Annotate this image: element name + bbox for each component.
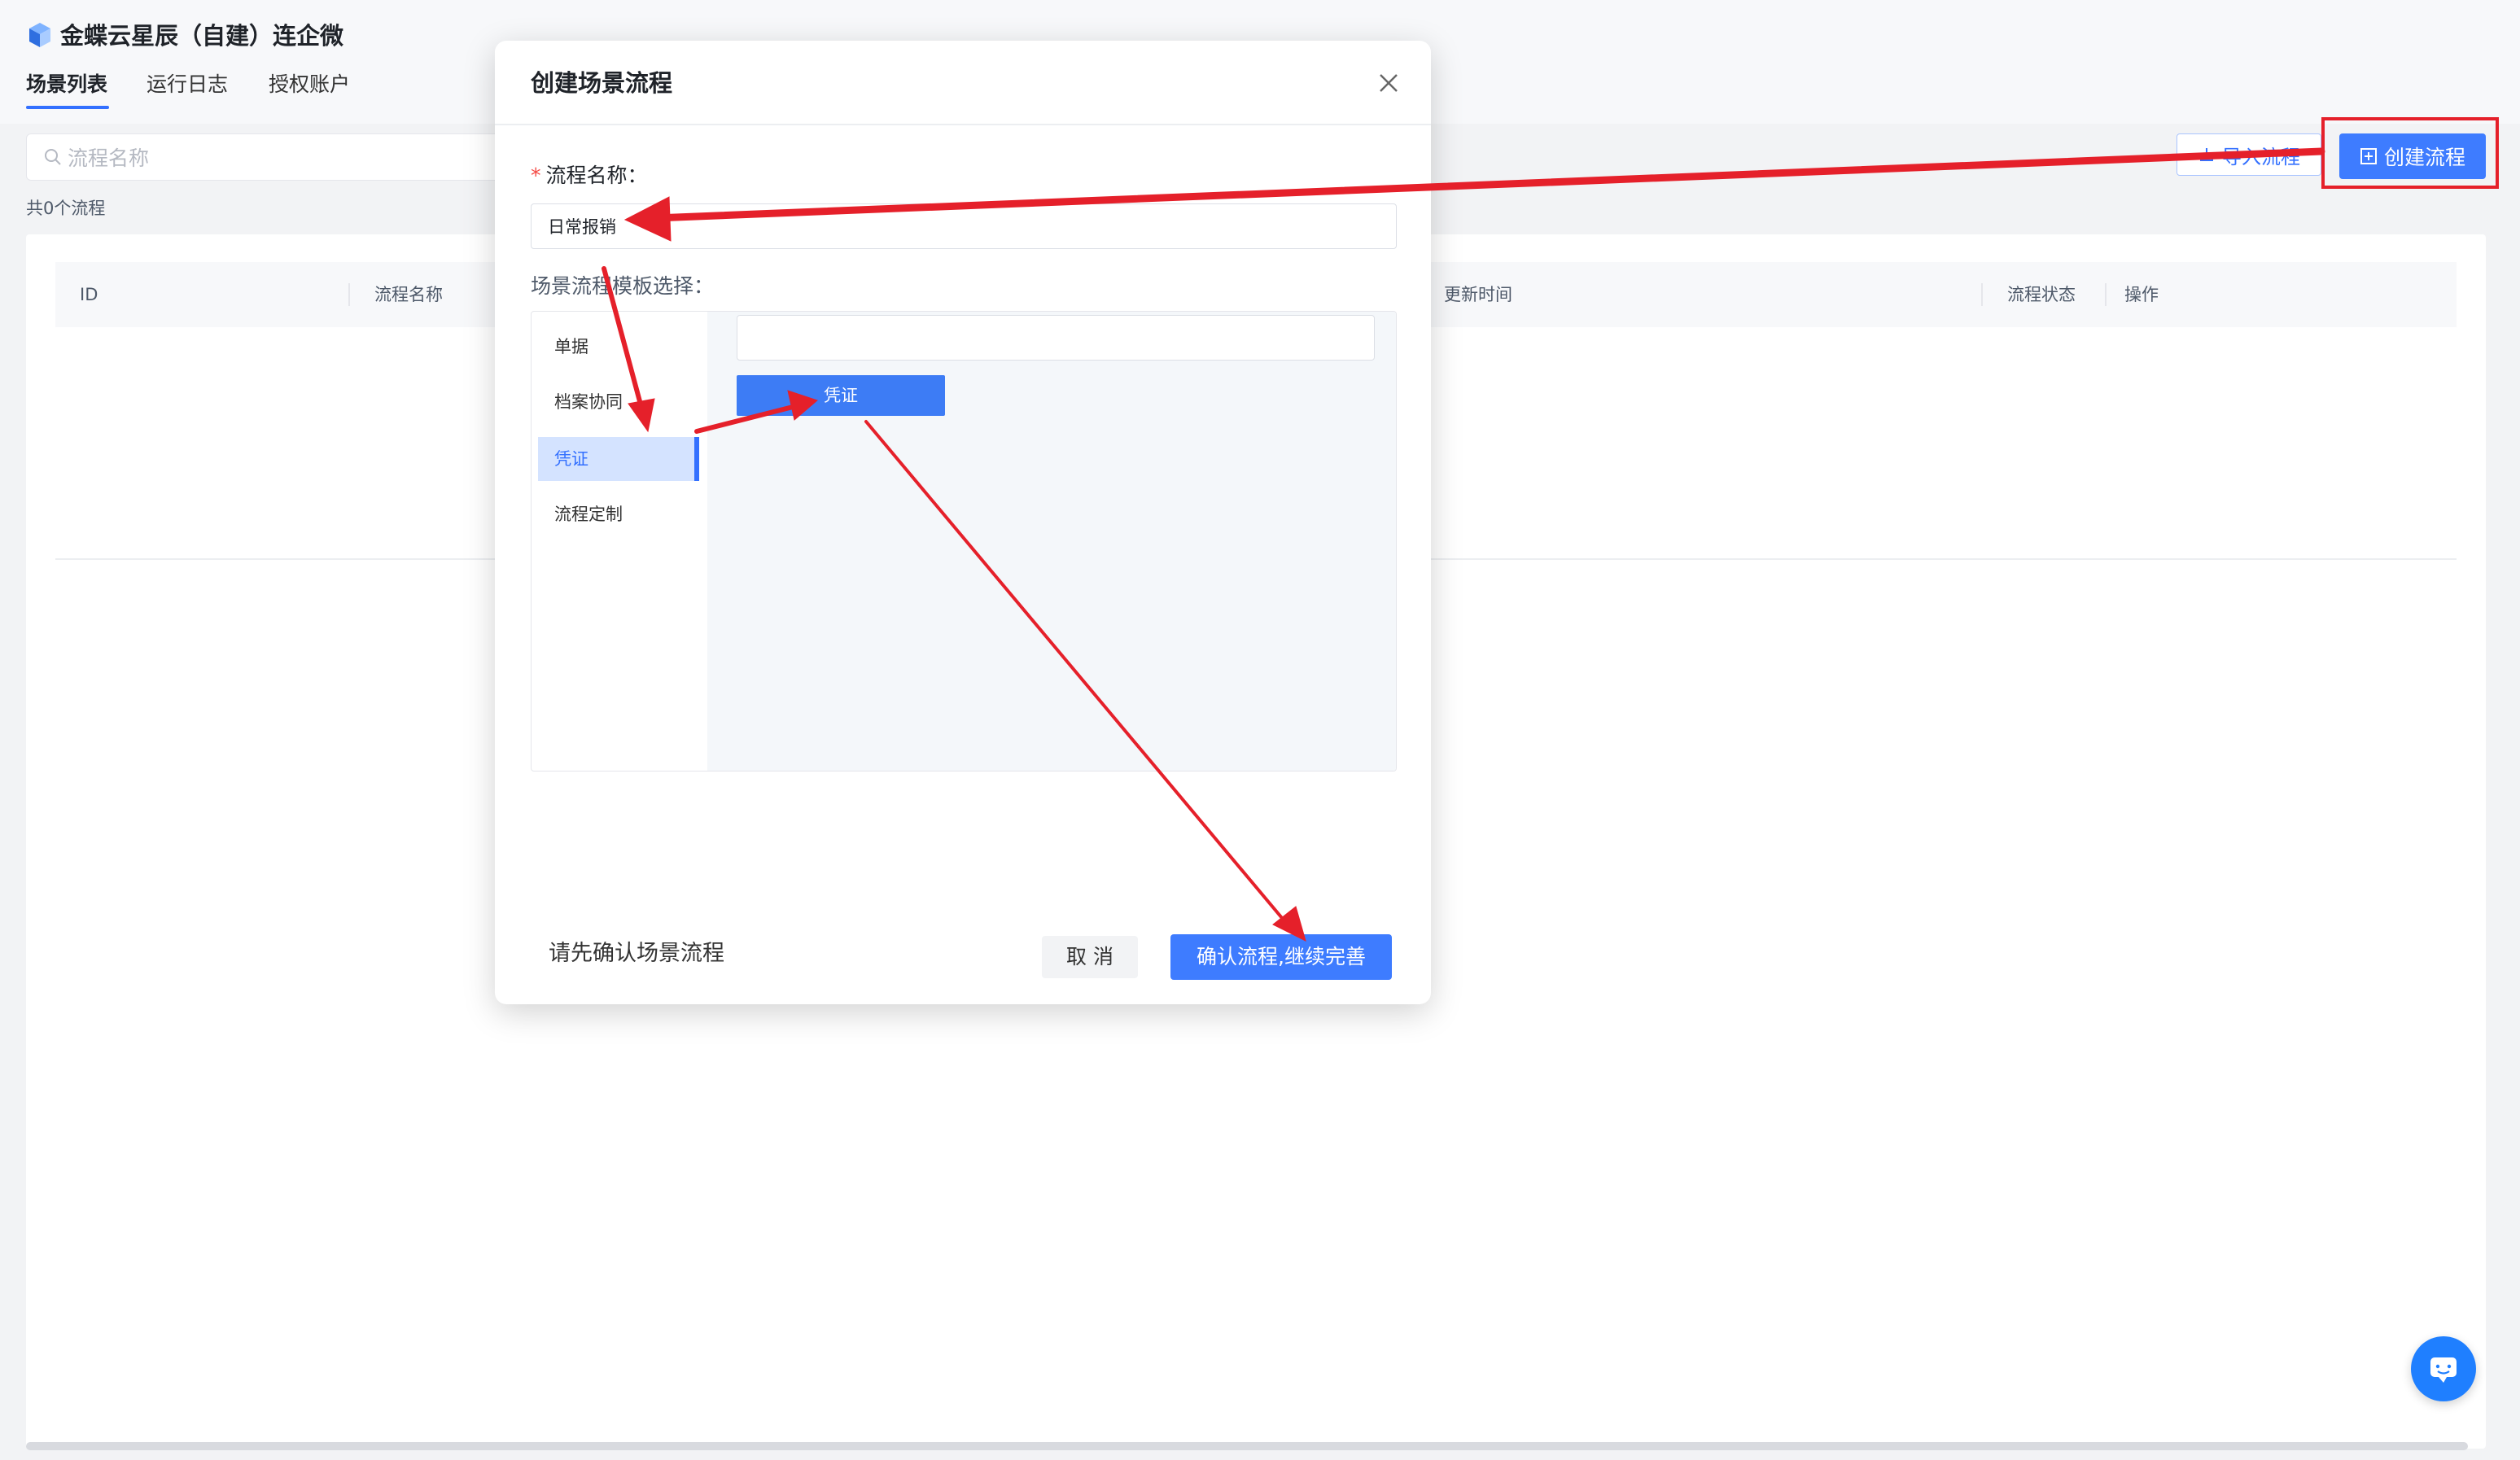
flow-name-label-text: 流程名称： <box>545 164 648 187</box>
template-category-custom-flow[interactable]: 流程定制 <box>538 492 699 536</box>
confirm-continue-button[interactable]: 确认流程,继续完善 <box>1170 934 1392 980</box>
template-select-label: 场景流程模板选择： <box>531 274 715 298</box>
template-category-voucher[interactable]: 凭证 <box>538 437 699 481</box>
cancel-button[interactable]: 取 消 <box>1042 936 1138 978</box>
flow-name-label: * 流程名称： <box>531 160 648 192</box>
template-selector: 单据 档案协同 凭证 流程定制 凭证 <box>531 311 1397 772</box>
flow-name-input[interactable] <box>531 203 1397 249</box>
page: 金蝶云星辰（自建）连企微 场景列表 运行日志 授权账户 共0个流程 导入流程 创… <box>0 0 2520 1460</box>
required-asterisk: * <box>531 164 541 187</box>
modal-divider <box>495 124 1431 125</box>
template-category-archive-sync[interactable]: 档案协同 <box>538 380 699 424</box>
modal-title: 创建场景流程 <box>531 69 673 97</box>
template-category-documents[interactable]: 单据 <box>538 325 699 369</box>
template-card-voucher[interactable]: 凭证 <box>737 375 945 416</box>
create-flow-modal: 创建场景流程 *流程名称： 场景流程模板选择： 单据 档案协同 凭证 流程定制 … <box>495 41 1431 1004</box>
close-icon[interactable] <box>1372 67 1405 99</box>
template-list-panel: 凭证 <box>707 312 1396 771</box>
footer-hint: 请先确认场景流程 <box>549 941 724 966</box>
template-search-input[interactable] <box>737 315 1375 361</box>
